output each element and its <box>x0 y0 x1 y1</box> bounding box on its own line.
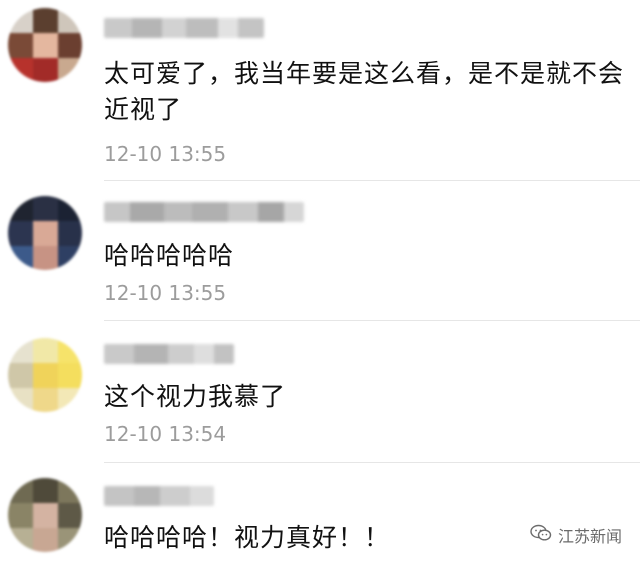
avatar[interactable] <box>8 8 82 82</box>
comment-timestamp: 12-10 13:55 <box>104 281 227 305</box>
comment-text: 这个视力我慕了 <box>104 382 287 411</box>
avatar[interactable] <box>8 338 82 412</box>
comment-timestamp: 12-10 13:55 <box>104 142 227 166</box>
comment-text: 哈哈哈哈哈 <box>104 241 235 270</box>
username-blurred[interactable] <box>104 344 234 364</box>
comment-list: 太可爱了，我当年要是这么看，是不是就不会近视了 12-10 13:55 哈哈哈哈… <box>0 0 640 561</box>
username-blurred[interactable] <box>104 486 214 506</box>
watermark-label: 江苏新闻 <box>558 527 623 546</box>
username-blurred[interactable] <box>104 202 304 222</box>
divider <box>104 462 640 463</box>
avatar[interactable] <box>8 196 82 270</box>
divider <box>104 180 640 181</box>
avatar[interactable] <box>8 478 82 552</box>
username-blurred[interactable] <box>104 18 264 38</box>
comment-text: 太可爱了，我当年要是这么看，是不是就不会近视了 <box>104 59 625 124</box>
wechat-icon <box>530 524 552 546</box>
watermark: 江苏新闻 <box>524 520 629 550</box>
divider <box>104 320 640 321</box>
comment-timestamp: 12-10 13:54 <box>104 422 227 446</box>
